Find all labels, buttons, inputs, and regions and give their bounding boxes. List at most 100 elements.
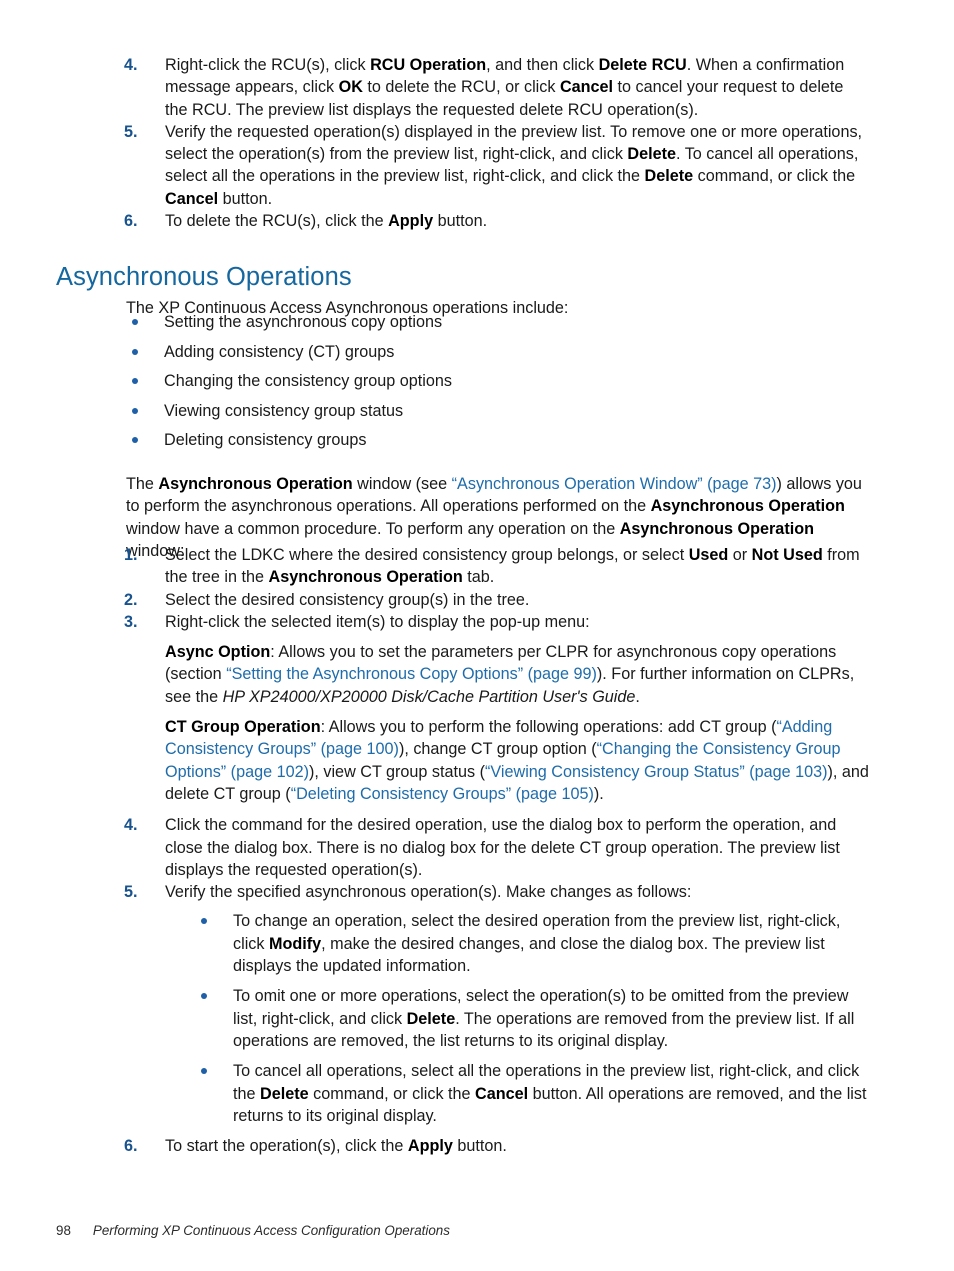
- bullet-icon: [201, 1068, 207, 1075]
- procedure-steps-list: 1. Select the LDKC where the desired con…: [124, 544, 874, 1157]
- async-option-paragraph: Async Option: Allows you to set the para…: [165, 641, 874, 708]
- text-run: Verify the specified asynchronous operat…: [165, 883, 692, 902]
- emphasis-bold: Used: [688, 546, 729, 564]
- emphasis-bold: Modify: [268, 934, 322, 953]
- list-item: To cancel all operations, select all the…: [198, 1060, 874, 1127]
- continued-steps-list: 4. Right-click the RCU(s), click RCU Ope…: [124, 54, 870, 232]
- bullet-icon: [132, 407, 138, 414]
- emphasis-bold: Delete: [260, 1084, 309, 1103]
- text-run: or: [728, 546, 752, 564]
- page-footer: 98 Performing XP Continuous Access Config…: [56, 1222, 450, 1240]
- text-run: command, or click the: [308, 1084, 476, 1103]
- document-page: 4. Right-click the RCU(s), click RCU Ope…: [0, 0, 954, 1271]
- text-run: ), view CT group status (: [308, 762, 486, 781]
- list-item-text: Select the LDKC where the desired consis…: [165, 546, 860, 586]
- emphasis-bold: Apply: [388, 212, 434, 231]
- text-run: , and then click: [486, 56, 599, 74]
- list-item-text: Select the desired consistency group(s) …: [165, 591, 529, 609]
- emphasis-bold: Asynchronous Operation: [158, 475, 353, 494]
- emphasis-bold: Cancel: [475, 1084, 529, 1103]
- list-marker: 6.: [124, 212, 138, 231]
- list-item-text: Verify the specified asynchronous operat…: [165, 883, 691, 901]
- text-run: button.: [452, 1137, 507, 1156]
- list-item-text: Right-click the selected item(s) to disp…: [165, 613, 590, 631]
- emphasis-bold: Asynchronous Operation: [619, 519, 814, 538]
- bullet-icon: [201, 993, 207, 1000]
- emphasis-bold: RCU Operation: [370, 56, 487, 74]
- cross-reference-link[interactable]: “Setting the Asynchronous Copy Options” …: [226, 665, 597, 683]
- text-run: , make the desired changes, and close th…: [233, 934, 825, 976]
- list-item: 2. Select the desired consistency group(…: [124, 589, 874, 611]
- list-marker: 5.: [124, 122, 138, 141]
- cross-reference-link[interactable]: “Deleting Consistency Groups” (page 105): [291, 785, 594, 803]
- page-title: Asynchronous Operations: [56, 263, 352, 292]
- list-item-text: Right-click the RCU(s), click RCU Operat…: [165, 56, 844, 119]
- emphasis-bold: Async Option: [165, 643, 271, 662]
- list-item: Viewing consistency group status: [130, 400, 870, 430]
- list-marker: 3.: [124, 612, 138, 631]
- list-item: To omit one or more operations, select t…: [198, 985, 874, 1052]
- emphasis-bold: Cancel: [559, 78, 614, 97]
- list-marker: 4.: [124, 56, 138, 74]
- emphasis-bold: OK: [338, 78, 363, 97]
- emphasis-bold: CT Group Operation: [165, 718, 321, 737]
- text-run: button.: [433, 212, 488, 231]
- list-item: 5. Verify the requested operation(s) dis…: [124, 121, 870, 210]
- list-item: To change an operation, select the desir…: [198, 910, 874, 977]
- text-run: tab.: [462, 568, 495, 587]
- text-run: To delete the RCU(s), click the: [165, 212, 389, 231]
- cross-reference-link[interactable]: “Asynchronous Operation Window” (page 73…: [452, 475, 777, 493]
- text-run: The: [126, 475, 159, 494]
- list-item: Setting the asynchronous copy options: [130, 311, 870, 341]
- list-item: 5. Verify the specified asynchronous ope…: [124, 881, 874, 1127]
- emphasis-bold: Delete: [406, 1009, 456, 1028]
- emphasis-bold: Not Used: [751, 546, 823, 564]
- list-item: Deleting consistency groups: [130, 429, 870, 459]
- text-run: Right-click the RCU(s), click: [165, 56, 371, 74]
- list-marker: 5.: [124, 883, 138, 902]
- emphasis-bold: Delete RCU: [598, 56, 687, 74]
- list-item: 4. Right-click the RCU(s), click RCU Ope…: [124, 54, 870, 121]
- text-run: ).: [593, 784, 604, 803]
- list-item-label: Viewing consistency group status: [164, 401, 404, 420]
- list-item: Adding consistency (CT) groups: [130, 341, 870, 371]
- text-run: command, or click the: [693, 167, 856, 186]
- list-item-label: Adding consistency (CT) groups: [164, 342, 395, 361]
- text-run: Select the desired consistency group(s) …: [165, 590, 530, 609]
- list-item: 4. Click the command for the desired ope…: [124, 814, 874, 881]
- list-item-text: To cancel all operations, select all the…: [233, 1062, 866, 1125]
- bullet-icon: [132, 378, 138, 384]
- list-item: 1. Select the LDKC where the desired con…: [124, 544, 874, 589]
- text-run: to delete the RCU, or click: [362, 78, 560, 97]
- text-run: Select the LDKC where the desired consis…: [165, 546, 689, 564]
- footer-title: Performing XP Continuous Access Configur…: [92, 1223, 450, 1238]
- bullet-icon: [132, 348, 138, 355]
- operations-bullet-list: Setting the asynchronous copy options Ad…: [130, 311, 870, 459]
- bullet-icon: [201, 918, 207, 925]
- text-run: Click the command for the desired operat…: [165, 816, 840, 879]
- text-run: .: [635, 687, 640, 706]
- list-item-label: Deleting consistency groups: [164, 431, 367, 449]
- list-item-text: To omit one or more operations, select t…: [233, 987, 854, 1050]
- list-item: Changing the consistency group options: [130, 370, 870, 400]
- list-marker: 1.: [124, 546, 138, 564]
- list-item-text: Verify the requested operation(s) displa…: [165, 123, 862, 208]
- text-run: To start the operation(s), click the: [165, 1137, 408, 1156]
- text-run: : Allows you to perform the following op…: [320, 718, 777, 737]
- list-item-text: To start the operation(s), click the App…: [165, 1137, 507, 1155]
- emphasis-bold: Delete: [644, 167, 694, 186]
- list-item: 6. To delete the RCU(s), click the Apply…: [124, 210, 870, 232]
- list-marker: 6.: [124, 1137, 138, 1156]
- list-item-text: Click the command for the desired operat…: [165, 816, 840, 879]
- list-item-label: Changing the consistency group options: [164, 372, 452, 390]
- list-marker: 2.: [124, 590, 138, 609]
- text-run: ), change CT group option (: [398, 740, 597, 759]
- text-run: window (see: [352, 475, 452, 494]
- emphasis-bold: Asynchronous Operation: [268, 568, 463, 587]
- ct-group-operation-paragraph: CT Group Operation: Allows you to perfor…: [165, 716, 874, 805]
- list-item-text: To delete the RCU(s), click the Apply bu…: [165, 212, 487, 230]
- list-item-label: Setting the asynchronous copy options: [164, 313, 443, 331]
- cross-reference-link[interactable]: “Viewing Consistency Group Status” (page…: [485, 763, 828, 781]
- list-marker: 4.: [124, 816, 138, 835]
- emphasis-bold: Delete: [627, 145, 677, 164]
